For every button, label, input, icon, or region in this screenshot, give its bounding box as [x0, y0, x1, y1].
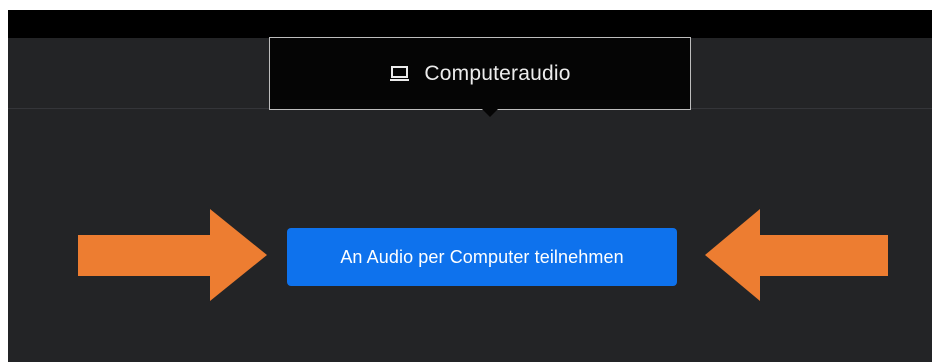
top-bar — [8, 10, 932, 38]
join-audio-by-computer-button[interactable]: An Audio per Computer teilnehmen — [287, 228, 677, 286]
laptop-icon — [389, 65, 410, 83]
arrow-left-icon — [705, 209, 888, 301]
arrow-right-icon — [78, 209, 267, 301]
tooltip-label: Computeraudio — [424, 62, 571, 85]
computer-audio-tooltip: Computeraudio — [269, 37, 691, 110]
tooltip-caret — [481, 108, 499, 117]
audio-dialog: Computeraudio An Audio per Computer teil… — [8, 10, 932, 362]
